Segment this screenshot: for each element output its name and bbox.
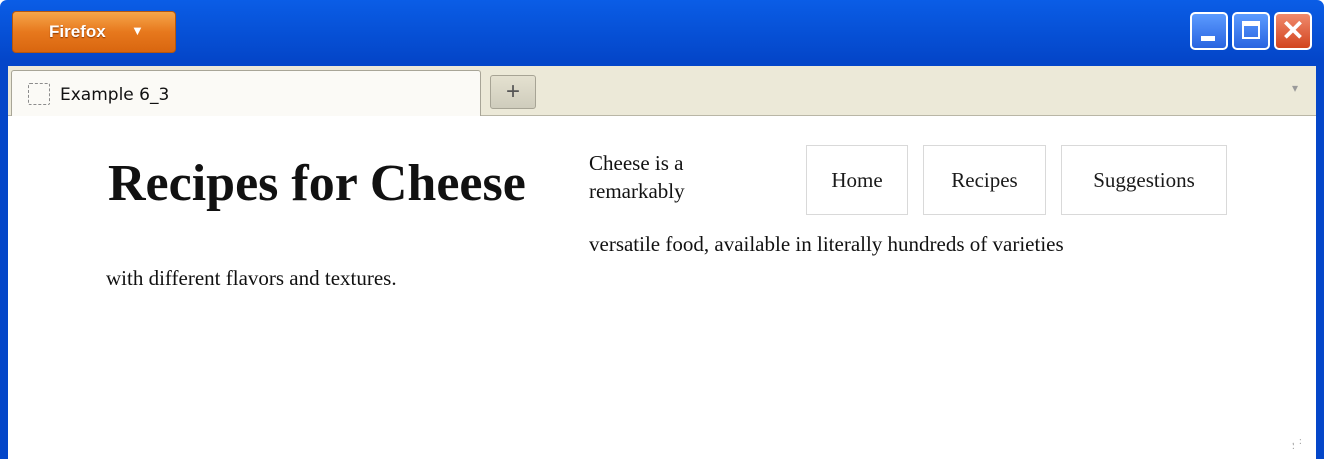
paragraph-line: remarkably (589, 179, 685, 203)
paragraph-line: versatile food, available in literally h… (589, 232, 1064, 256)
tab-strip: Example 6_3 + ▾ (8, 66, 1316, 116)
firefox-menu-button[interactable]: Firefox ▼ (12, 11, 176, 53)
page-heading: Recipes for Cheese (108, 155, 526, 212)
close-button[interactable]: ✕ (1274, 12, 1312, 50)
paragraph-line: with different flavors and textures. (106, 266, 397, 290)
nav-link-suggestions[interactable]: Suggestions (1061, 145, 1227, 215)
paragraph-line: Cheese is a (589, 151, 684, 175)
title-bar: Firefox ▼ ✕ (0, 0, 1324, 64)
browser-window: Firefox ▼ ✕ Example 6_3 + ▾ Recipes for … (0, 0, 1324, 459)
caret-down-icon: ▼ (131, 23, 144, 38)
close-icon: ✕ (1281, 15, 1305, 46)
tab-list-dropdown-icon[interactable]: ▾ (1292, 81, 1298, 95)
tab-example-6-3[interactable]: Example 6_3 (11, 70, 481, 116)
minimize-icon (1201, 36, 1215, 41)
maximize-button[interactable] (1232, 12, 1270, 50)
maximize-icon (1242, 21, 1260, 39)
minimize-button[interactable] (1190, 12, 1228, 50)
page-content: Recipes for Cheese Home Recipes Suggesti… (8, 116, 1316, 459)
tab-title: Example 6_3 (60, 85, 170, 105)
resize-grip-icon[interactable]: . : : (1292, 437, 1306, 453)
nav-link-recipes[interactable]: Recipes (923, 145, 1046, 215)
new-tab-button[interactable]: + (490, 75, 536, 109)
page-placeholder-icon (28, 83, 50, 105)
nav-link-home[interactable]: Home (806, 145, 908, 215)
firefox-menu-label: Firefox (49, 22, 106, 41)
